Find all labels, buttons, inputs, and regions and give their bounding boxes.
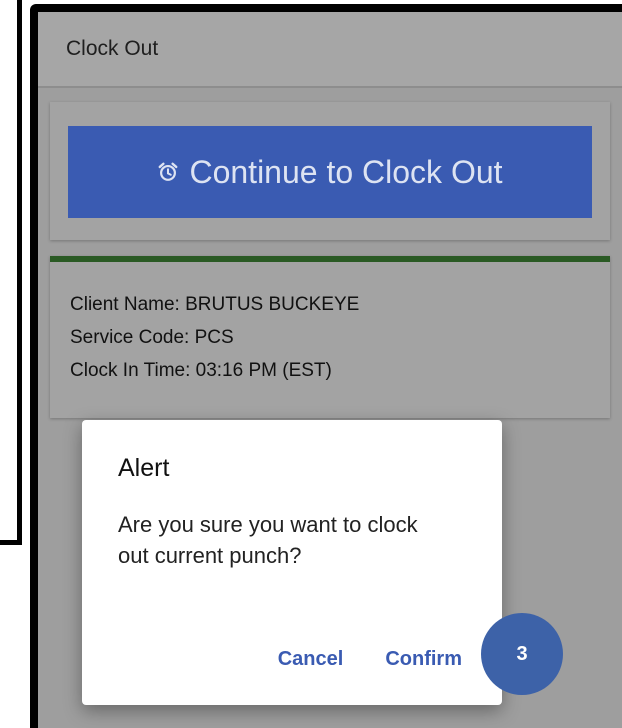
alert-dialog: Alert Are you sure you want to clock out… [82,420,502,705]
alarm-clock-icon [159,162,178,181]
dialog-message: Are you sure you want to clock out curre… [118,512,418,568]
client-name-line: Client Name: BRUTUS BUCKEYE [70,294,360,315]
page-title: Clock Out [66,37,159,60]
continue-button-label: Continue to Clock Out [189,153,503,190]
dialog-title: Alert [118,454,170,482]
left-frame-edge [0,0,22,545]
clock-out-card: Continue to Clock Out [50,102,610,240]
app-header: Clock Out [38,12,622,88]
dialog-actions: Cancel Confirm [278,648,462,671]
continue-to-clock-out-button[interactable]: Continue to Clock Out [68,126,592,218]
clock-in-time-line: Clock In Time: 03:16 PM (EST) [70,360,332,381]
step-number-badge: 3 [481,613,563,695]
punch-info-card: Client Name: BRUTUS BUCKEYE Service Code… [50,256,610,418]
confirm-button[interactable]: Confirm [385,648,462,671]
service-code-line: Service Code: PCS [70,327,234,348]
cancel-button[interactable]: Cancel [278,648,344,671]
